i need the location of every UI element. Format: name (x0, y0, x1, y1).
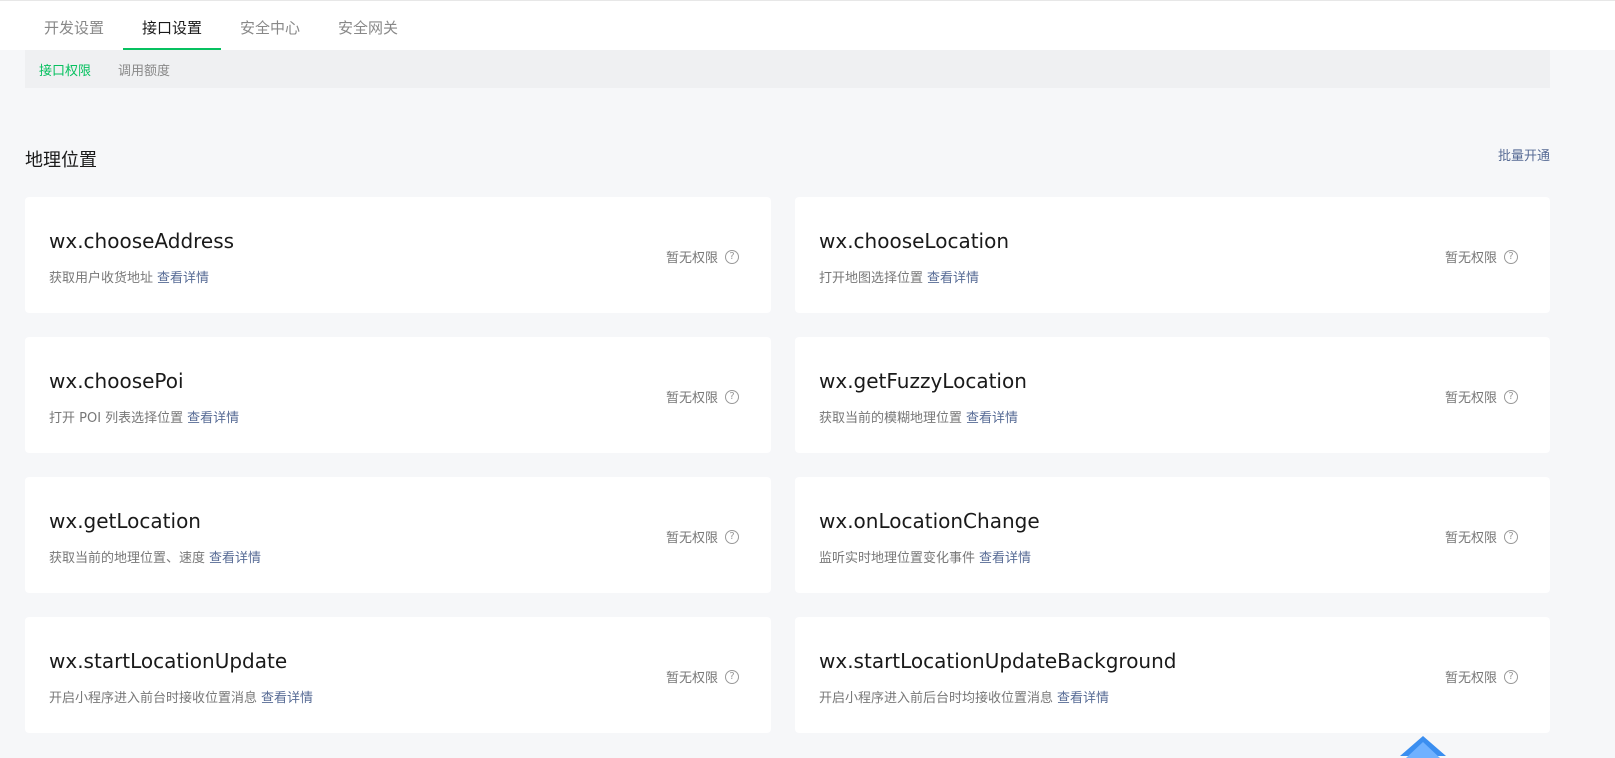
api-description: 获取当前的地理位置、速度 查看详情 (49, 547, 261, 566)
api-name: wx.onLocationChange (819, 509, 1040, 533)
permission-status: 暂无权限 ? (666, 247, 739, 266)
permission-status-text: 暂无权限 (1444, 531, 1497, 546)
api-name: wx.startLocationUpdateBackground (819, 649, 1177, 673)
permission-status: 暂无权限 ? (1445, 667, 1518, 686)
api-description: 开启小程序进入前后台时均接收位置消息 查看详情 (819, 687, 1109, 706)
api-description-text: 获取用户收货地址 (49, 271, 154, 286)
api-description-text: 打开 POI 列表选择位置 (49, 411, 184, 426)
permission-status: 暂无权限 ? (666, 387, 739, 406)
api-description-text: 开启小程序进入前后台时均接收位置消息 (819, 691, 1054, 706)
view-details-link[interactable]: 查看详情 (209, 551, 261, 566)
api-description-text: 获取当前的模糊地理位置 (819, 411, 963, 426)
api-card: wx.onLocationChange 监听实时地理位置变化事件 查看详情 暂无权… (795, 477, 1550, 593)
permission-status-text: 暂无权限 (1444, 391, 1497, 406)
top-bar: 开发设置 接口设置 安全中心 安全网关 (0, 0, 1615, 51)
api-description: 打开地图选择位置 查看详情 (819, 267, 979, 286)
permission-status: 暂无权限 ? (1445, 527, 1518, 546)
api-description: 开启小程序进入前台时接收位置消息 查看详情 (49, 687, 313, 706)
floating-assistant-icon[interactable] (1398, 722, 1448, 758)
api-description-text: 获取当前的地理位置、速度 (49, 551, 206, 566)
permission-status-text: 暂无权限 (1444, 251, 1497, 266)
api-card: wx.choosePoi 打开 POI 列表选择位置 查看详情 暂无权限 ? (25, 337, 771, 453)
view-details-link[interactable]: 查看详情 (979, 551, 1031, 566)
api-description: 打开 POI 列表选择位置 查看详情 (49, 407, 239, 426)
api-name: wx.chooseLocation (819, 229, 1010, 253)
view-details-link[interactable]: 查看详情 (261, 691, 313, 706)
view-details-link[interactable]: 查看详情 (966, 411, 1018, 426)
api-description-text: 监听实时地理位置变化事件 (819, 551, 976, 566)
api-name: wx.getFuzzyLocation (819, 369, 1027, 393)
api-card: wx.startLocationUpdateBackground 开启小程序进入… (795, 617, 1550, 733)
section-title: 地理位置 (25, 150, 97, 171)
help-icon[interactable]: ? (725, 389, 739, 404)
api-description: 获取当前的模糊地理位置 查看详情 (819, 407, 1018, 426)
help-icon[interactable]: ? (725, 249, 739, 264)
view-details-link[interactable]: 查看详情 (927, 271, 979, 286)
help-icon[interactable]: ? (1504, 389, 1518, 404)
sub-tabs: 接口权限 调用额度 (25, 50, 1550, 88)
api-name: wx.startLocationUpdate (49, 649, 288, 673)
api-name: wx.choosePoi (49, 369, 184, 393)
permission-status: 暂无权限 ? (666, 667, 739, 686)
api-name: wx.getLocation (49, 509, 201, 533)
help-icon[interactable]: ? (725, 669, 739, 684)
permission-status-text: 暂无权限 (665, 251, 718, 266)
tab-dev-settings[interactable]: 开发设置 (25, 5, 123, 50)
api-card: wx.chooseAddress 获取用户收货地址 查看详情 暂无权限 ? (25, 197, 771, 313)
batch-enable-link[interactable]: 批量开通 (1498, 145, 1550, 164)
api-description-text: 打开地图选择位置 (819, 271, 924, 286)
api-description: 监听实时地理位置变化事件 查看详情 (819, 547, 1031, 566)
permission-status-text: 暂无权限 (1444, 671, 1497, 686)
api-description-text: 开启小程序进入前台时接收位置消息 (49, 691, 258, 706)
main-tabs: 开发设置 接口设置 安全中心 安全网关 (25, 5, 1550, 51)
permission-status: 暂无权限 ? (1445, 387, 1518, 406)
api-name: wx.chooseAddress (49, 229, 235, 253)
permission-status: 暂无权限 ? (1445, 247, 1518, 266)
help-icon[interactable]: ? (1504, 669, 1518, 684)
view-details-link[interactable]: 查看详情 (1057, 691, 1109, 706)
api-card: wx.startLocationUpdate 开启小程序进入前台时接收位置消息查… (25, 617, 771, 733)
permission-status-text: 暂无权限 (665, 531, 718, 546)
api-card-grid: wx.chooseAddress 获取用户收货地址 查看详情 暂无权限 ? wx.… (25, 197, 1550, 733)
subtab-api-permissions[interactable]: 接口权限 (39, 60, 91, 79)
permission-status-text: 暂无权限 (665, 391, 718, 406)
tab-security-gateway[interactable]: 安全网关 (319, 5, 417, 50)
api-card: wx.chooseLocation 打开地图选择位置 查看详情 暂无权限 ? (795, 197, 1550, 313)
view-details-link[interactable]: 查看详情 (187, 411, 239, 426)
api-description: 获取用户收货地址 查看详情 (49, 267, 209, 286)
permission-status-text: 暂无权限 (665, 671, 718, 686)
tab-api-settings[interactable]: 接口设置 (123, 5, 222, 50)
tab-security-center[interactable]: 安全中心 (221, 5, 319, 50)
help-icon[interactable]: ? (1504, 529, 1518, 544)
api-card: wx.getLocation 获取当前的地理位置、速度 查看详情 暂无权限 ? (25, 477, 771, 593)
help-icon[interactable]: ? (1504, 249, 1518, 264)
view-details-link[interactable]: 查看详情 (157, 271, 209, 286)
api-card: wx.getFuzzyLocation 获取当前的模糊地理位置 查看详情 暂无权限… (795, 337, 1550, 453)
subtab-call-quota[interactable]: 调用额度 (118, 60, 170, 79)
help-icon[interactable]: ? (725, 529, 739, 544)
permission-status: 暂无权限 ? (666, 527, 739, 546)
